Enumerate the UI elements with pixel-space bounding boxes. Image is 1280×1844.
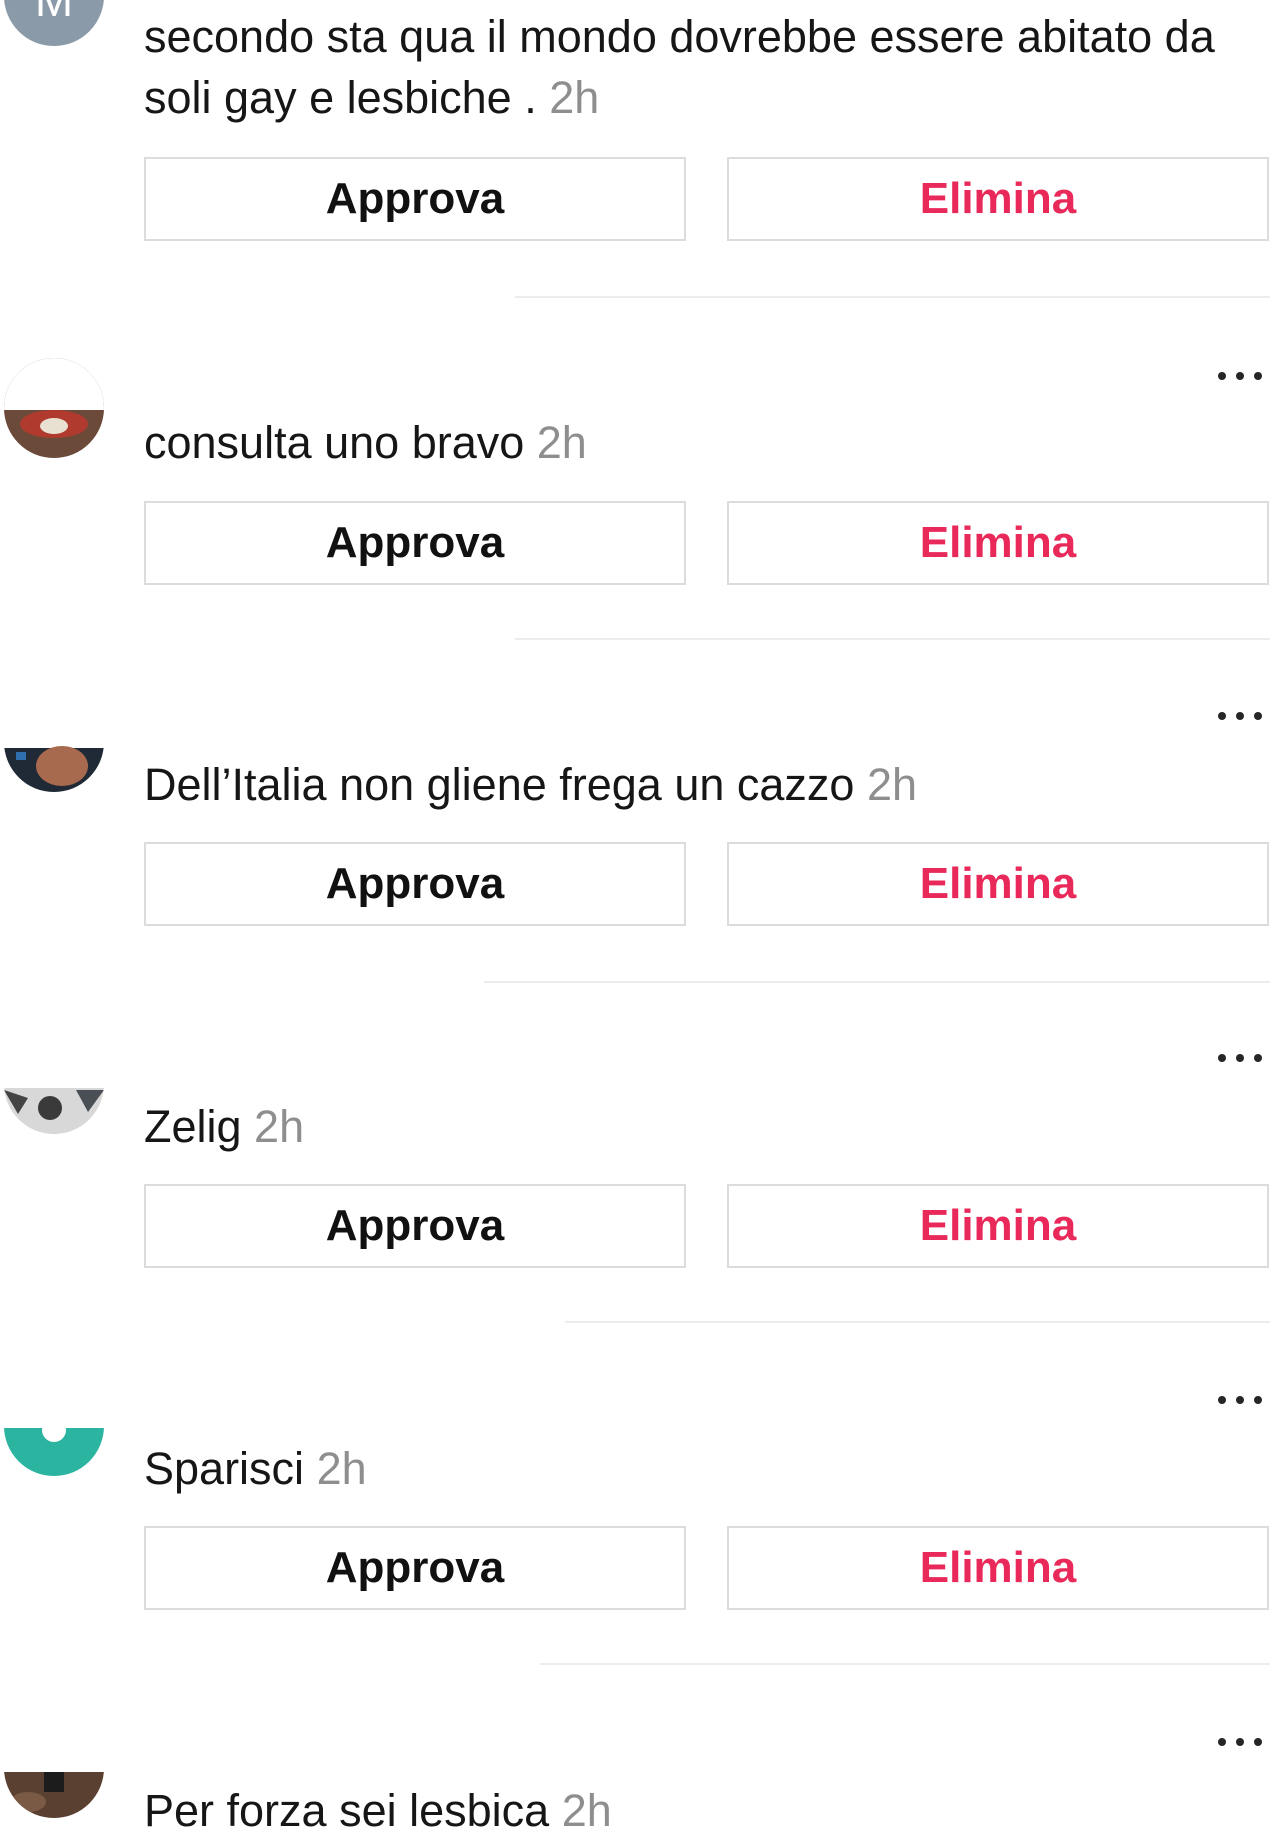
approve-button[interactable]: Approva [144, 157, 686, 241]
avatar[interactable] [4, 1718, 104, 1818]
more-options-icon[interactable] [1218, 706, 1262, 726]
comment-body: Sparisci [144, 1443, 317, 1494]
approve-button[interactable]: Approva [144, 501, 686, 585]
more-options-icon[interactable] [1218, 366, 1262, 386]
comment-text: Dell’Italia non gliene frega un cazzo 2h [144, 754, 1274, 815]
user-avatar-icon: M [4, 0, 104, 46]
approve-button[interactable]: Approva [144, 1184, 686, 1268]
comment-time: 2h [536, 417, 587, 468]
more-options-icon[interactable] [1218, 1048, 1262, 1068]
delete-button[interactable]: Elimina [727, 1184, 1269, 1268]
comment-time: 2h [254, 1101, 305, 1152]
avatar[interactable] [4, 692, 104, 792]
comment-body: secondo sta qua il mondo dovrebbe essere… [144, 11, 1215, 123]
user-avatar-icon [4, 358, 104, 458]
divider [515, 296, 1270, 298]
divider [565, 1321, 1270, 1323]
approve-button[interactable]: Approva [144, 1526, 686, 1610]
comment-time: 2h [549, 72, 600, 123]
divider [484, 981, 1270, 983]
divider [540, 1663, 1270, 1665]
comment-time: 2h [866, 759, 918, 810]
comment-body: Dell’Italia non gliene frega un cazzo [144, 759, 867, 810]
avatar[interactable] [4, 358, 104, 458]
user-avatar-icon [4, 1718, 104, 1818]
delete-button[interactable]: Elimina [727, 157, 1269, 241]
comment-text: Per forza sei lesbica 2h [144, 1780, 1274, 1841]
user-avatar-icon [4, 692, 104, 792]
avatar[interactable] [4, 1376, 104, 1476]
comment-text: Sparisci 2h [144, 1438, 1274, 1499]
comment-text: consulta uno bravo 2h [144, 412, 1274, 473]
comment-body: Zelig [144, 1101, 255, 1152]
comment-time: 2h [561, 1785, 612, 1836]
delete-button[interactable]: Elimina [727, 842, 1269, 926]
more-options-icon[interactable] [1218, 1732, 1262, 1752]
comment-body: Per forza sei lesbica [144, 1785, 562, 1836]
approve-button[interactable]: Approva [144, 842, 686, 926]
delete-button[interactable]: Elimina [727, 501, 1269, 585]
comment-text: secondo sta qua il mondo dovrebbe essere… [144, 6, 1274, 128]
user-avatar-icon [4, 1034, 104, 1134]
avatar[interactable]: M [4, 0, 104, 46]
comment-time: 2h [316, 1443, 367, 1494]
comment-body: consulta uno bravo [144, 417, 537, 468]
avatar[interactable] [4, 1034, 104, 1134]
user-avatar-icon [4, 1376, 104, 1476]
comment-text: Zelig 2h [144, 1096, 1274, 1157]
divider [515, 638, 1270, 640]
delete-button[interactable]: Elimina [727, 1526, 1269, 1610]
more-options-icon[interactable] [1218, 1390, 1262, 1410]
svg-text:M: M [35, 0, 73, 26]
